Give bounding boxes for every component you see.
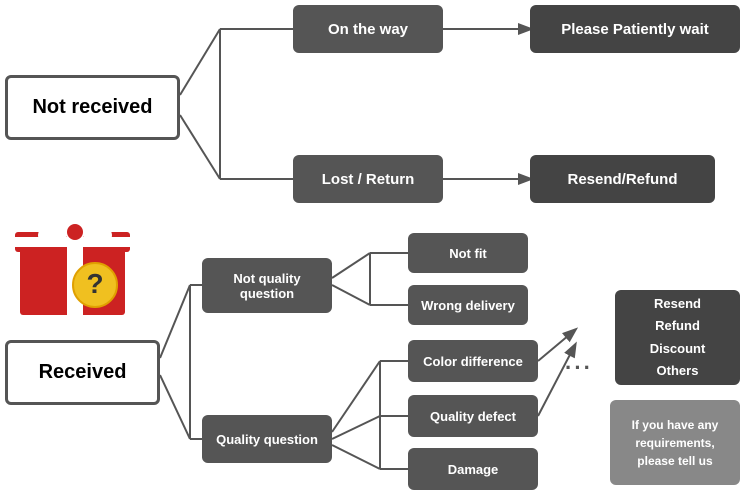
requirements-node: If you have any requirements, please tel… (610, 400, 740, 485)
not-quality-node: Not quality question (202, 258, 332, 313)
quality-question-node: Quality question (202, 415, 332, 463)
received-node: Received (5, 340, 160, 405)
color-difference-node: Color difference (408, 340, 538, 382)
not-received-node: Not received (5, 75, 180, 140)
resend-options-node: Resend Refund Discount Others (615, 290, 740, 385)
gift-icon: ? (10, 190, 140, 320)
lost-return-node: Lost / Return (293, 155, 443, 203)
svg-text:?: ? (86, 268, 103, 299)
quality-defect-node: Quality defect (408, 395, 538, 437)
please-wait-node: Please Patiently wait (530, 5, 740, 53)
on-the-way-node: On the way (293, 5, 443, 53)
resend-refund-top-node: Resend/Refund (530, 155, 715, 203)
damage-node: Damage (408, 448, 538, 490)
dots-indicator: ··· (565, 355, 593, 381)
wrong-delivery-node: Wrong delivery (408, 285, 528, 325)
not-fit-node: Not fit (408, 233, 528, 273)
